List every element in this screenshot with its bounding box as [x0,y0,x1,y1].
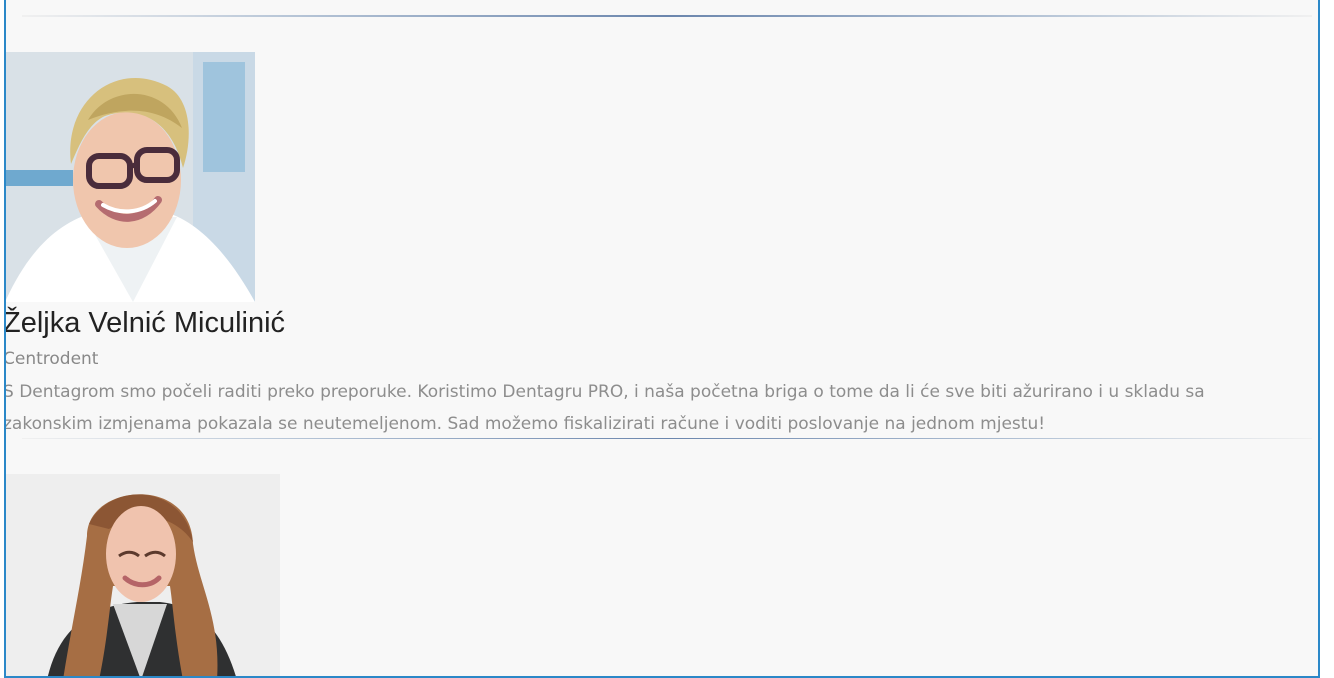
portrait-photo-icon [6,474,280,676]
testimonials-panel: Željka Velnić Miculinić Centrodent S Den… [4,0,1320,678]
testimonial-company: Centrodent [4,349,99,369]
top-divider [22,15,1312,17]
testimonial-quote: S Dentagrom smo počeli raditi preko prep… [4,382,1205,434]
testimonial-photo [6,474,280,676]
testimonial-photo [6,52,255,302]
portrait-photo-icon [6,52,255,302]
testimonial-author-name: Željka Velnić Miculinić [4,307,286,339]
section-divider [22,438,1312,439]
